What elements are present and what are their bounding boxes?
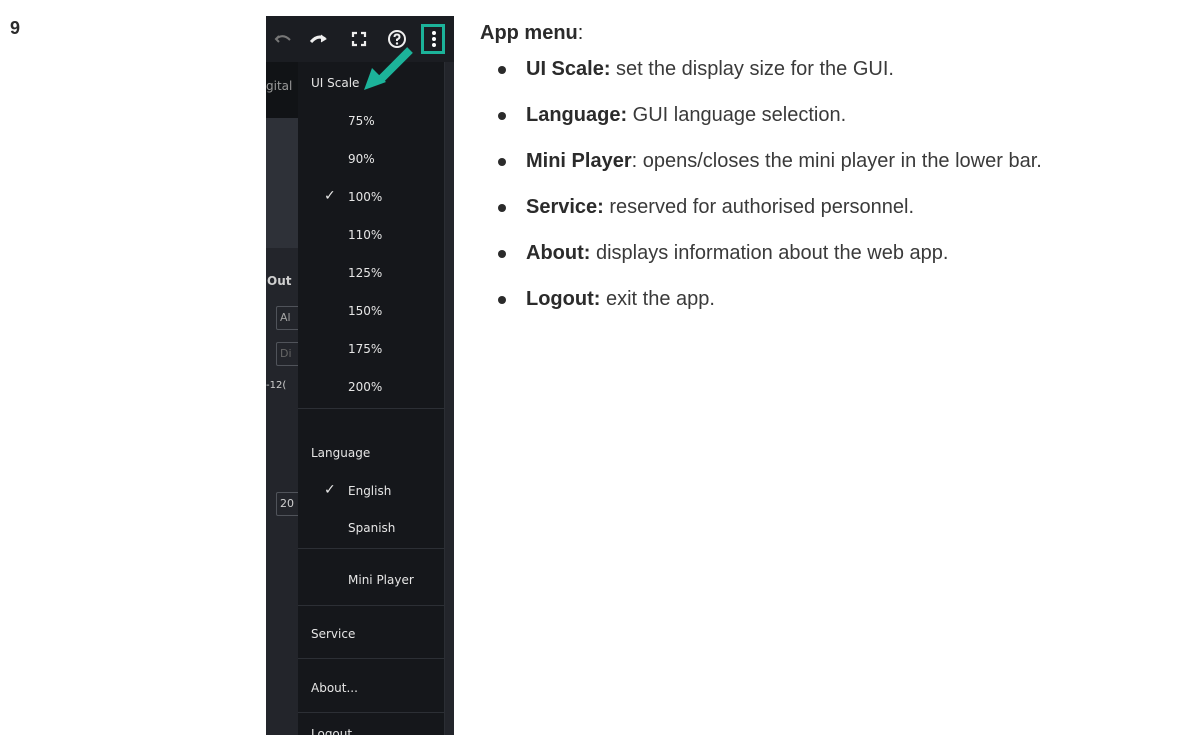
- list-term: Mini Player: [526, 150, 632, 172]
- scale-option[interactable]: 175%: [348, 342, 454, 356]
- bullet-icon: [498, 112, 506, 120]
- background-field: Al: [276, 306, 300, 330]
- bullet-icon: [498, 204, 506, 212]
- scale-option[interactable]: 90%: [348, 152, 454, 166]
- list-item: Mini Player: opens/closes the mini playe…: [498, 146, 1190, 176]
- about-item[interactable]: About...: [311, 681, 454, 695]
- checkmark-icon: ✓: [324, 482, 336, 498]
- menu-divider: [298, 712, 444, 713]
- list-term: UI Scale:: [526, 58, 611, 80]
- language-option-selected[interactable]: ✓ English: [324, 482, 454, 498]
- undo-icon[interactable]: [270, 26, 296, 52]
- list-item: About: displays information about the we…: [498, 238, 1190, 268]
- background-section-title: Out: [267, 274, 292, 288]
- service-item[interactable]: Service: [311, 627, 454, 641]
- heading-term: App menu: [480, 22, 578, 44]
- checkmark-icon: ✓: [324, 188, 336, 204]
- app-menu-screenshot: gital Out Al Di -12( 20 UI Scale 75% 90%…: [266, 16, 454, 735]
- list-item: UI Scale: set the display size for the G…: [498, 54, 1190, 84]
- logout-item[interactable]: Logout: [311, 727, 454, 735]
- menu-divider: [298, 408, 444, 409]
- bullet-icon: [498, 66, 506, 74]
- scale-option-selected[interactable]: ✓ 100%: [324, 188, 454, 204]
- callout-arrow-icon: [364, 47, 413, 90]
- list-text: reserved for authorised personnel.: [603, 196, 915, 218]
- list-text: : opens/closes the mini player in the lo…: [631, 150, 1042, 172]
- list-item: Service: reserved for authorised personn…: [498, 192, 1190, 222]
- list-term: Logout:: [526, 288, 601, 310]
- heading-colon: :: [577, 22, 584, 44]
- app-menu-dropdown: UI Scale 75% 90% ✓ 100% 110% 125% 150% 1…: [298, 62, 445, 735]
- step-number: 9: [10, 18, 21, 38]
- list-term: Service:: [526, 196, 604, 218]
- language-option[interactable]: Spanish: [348, 521, 454, 535]
- background-panel: [266, 118, 298, 248]
- description-section: App menu: UI Scale: set the display size…: [480, 22, 1190, 330]
- section-heading: App menu:: [480, 22, 1190, 46]
- redo-icon[interactable]: [306, 26, 332, 52]
- scale-option-label: 100%: [348, 190, 383, 204]
- list-item: Logout: exit the app.: [498, 284, 1190, 314]
- feature-list: UI Scale: set the display size for the G…: [480, 54, 1190, 314]
- scale-option[interactable]: 75%: [348, 114, 454, 128]
- bullet-icon: [498, 296, 506, 304]
- background-field: Di: [276, 342, 300, 366]
- scale-option[interactable]: 125%: [348, 266, 454, 280]
- menu-divider: [298, 605, 444, 606]
- background-tab-label: gital: [266, 79, 293, 93]
- list-term: Language:: [526, 104, 628, 126]
- menu-divider: [298, 548, 444, 549]
- scale-option[interactable]: 150%: [348, 304, 454, 318]
- bullet-icon: [498, 250, 506, 258]
- list-text: displays information about the web app.: [590, 242, 949, 264]
- bullet-icon: [498, 158, 506, 166]
- language-header: Language: [311, 446, 371, 460]
- language-option-label: English: [348, 484, 392, 498]
- scale-option[interactable]: 110%: [348, 228, 454, 242]
- list-text: GUI language selection.: [627, 104, 847, 126]
- background-field: 20: [276, 492, 300, 516]
- list-text: exit the app.: [600, 288, 715, 310]
- menu-divider: [298, 658, 444, 659]
- mini-player-item[interactable]: Mini Player: [348, 573, 454, 587]
- list-item: Language: GUI language selection.: [498, 100, 1190, 130]
- scale-option[interactable]: 200%: [348, 380, 454, 394]
- background-value: -12(: [266, 380, 287, 391]
- list-text: set the display size for the GUI.: [610, 58, 894, 80]
- list-term: About:: [526, 242, 591, 264]
- more-button-highlight: [421, 24, 445, 54]
